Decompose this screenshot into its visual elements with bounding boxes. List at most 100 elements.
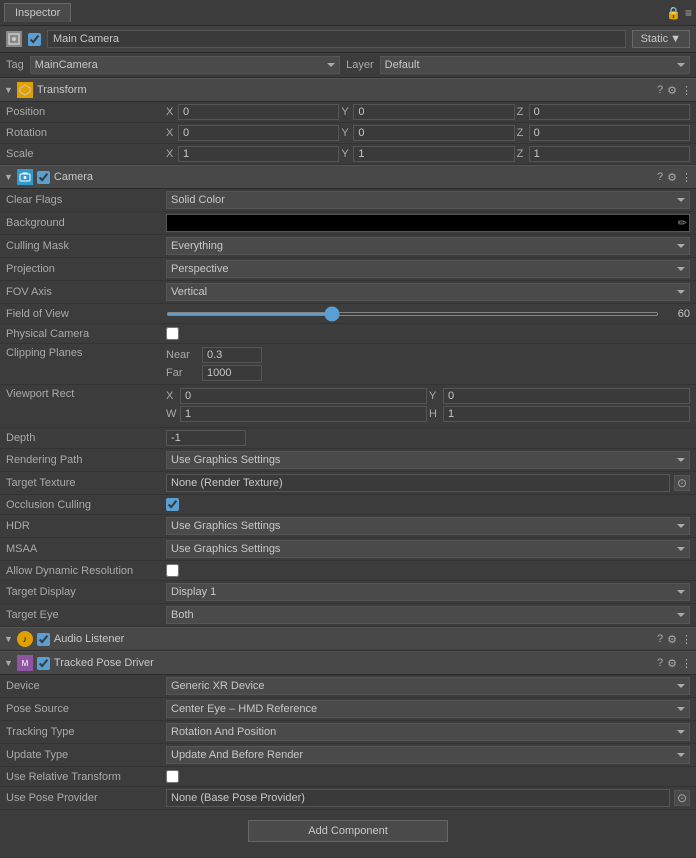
physical-camera-label: Physical Camera (6, 328, 166, 340)
update-type-label: Update Type (6, 749, 166, 761)
rendering-path-select[interactable]: Use Graphics Settings (166, 451, 690, 469)
hdr-select[interactable]: Use Graphics Settings (166, 517, 690, 535)
viewport-w-input[interactable] (180, 406, 427, 422)
inspector-tab-label: Inspector (15, 7, 60, 19)
rotation-y-item: Y (341, 125, 514, 141)
audio-settings-icon[interactable]: ⚙ (667, 633, 677, 646)
scale-x-input[interactable] (178, 146, 339, 162)
audio-help-icon[interactable]: ? (657, 633, 663, 645)
physical-camera-checkbox[interactable] (166, 327, 179, 340)
viewport-h-input[interactable] (443, 406, 690, 422)
scale-x-item: X (166, 146, 339, 162)
tracked-pose-section-header[interactable]: ▼ M Tracked Pose Driver ? ⚙ ⋮ (0, 651, 696, 675)
fov-number: 60 (665, 308, 690, 320)
depth-input[interactable] (166, 430, 246, 446)
transform-settings-icon[interactable]: ⚙ (667, 84, 677, 97)
title-bar-actions: 🔒 ≡ (666, 6, 692, 20)
layer-select[interactable]: Default (380, 56, 690, 74)
transform-more-icon[interactable]: ⋮ (681, 84, 692, 97)
audio-listener-checkbox[interactable] (37, 633, 50, 646)
occlusion-culling-checkbox[interactable] (166, 498, 179, 511)
camera-more-icon[interactable]: ⋮ (681, 171, 692, 184)
camera-active-checkbox[interactable] (37, 171, 50, 184)
allow-dynamic-res-checkbox[interactable] (166, 564, 179, 577)
audio-listener-section-header[interactable]: ▼ ♪ Audio Listener ? ⚙ ⋮ (0, 627, 696, 651)
target-texture-row: Target Texture ⊙ (0, 472, 696, 495)
allow-dynamic-res-value (166, 564, 690, 577)
camera-body: Clear Flags Solid Color Background ✏ Cul… (0, 189, 696, 627)
audio-more-icon[interactable]: ⋮ (681, 633, 692, 646)
viewport-y-input[interactable] (443, 388, 690, 404)
object-active-checkbox[interactable] (28, 33, 41, 46)
use-relative-transform-row: Use Relative Transform (0, 767, 696, 787)
use-pose-provider-input[interactable] (166, 789, 670, 807)
fov-slider[interactable] (166, 312, 659, 316)
tracked-settings-icon[interactable]: ⚙ (667, 657, 677, 670)
tracked-help-icon[interactable]: ? (657, 657, 663, 669)
tracking-type-row: Tracking Type Rotation And Position (0, 721, 696, 744)
rotation-z-label: Z (517, 127, 527, 139)
add-component-button[interactable]: Add Component (248, 820, 448, 842)
tag-layer-row: Tag MainCamera Layer Default (0, 53, 696, 78)
use-relative-transform-checkbox[interactable] (166, 770, 179, 783)
camera-settings-icon[interactable]: ⚙ (667, 171, 677, 184)
rotation-x-input[interactable] (178, 125, 339, 141)
occlusion-culling-value (166, 498, 690, 511)
audio-chevron: ▼ (4, 634, 13, 644)
tracked-more-icon[interactable]: ⋮ (681, 657, 692, 670)
tracked-pose-checkbox[interactable] (37, 657, 50, 670)
fov-axis-select[interactable]: Vertical (166, 283, 690, 301)
tracking-type-select[interactable]: Rotation And Position (166, 723, 690, 741)
transform-help-icon[interactable]: ? (657, 84, 663, 96)
transform-section-header[interactable]: ▼ Transform ? ⚙ ⋮ (0, 78, 696, 102)
position-x-input[interactable] (178, 104, 339, 120)
color-edit-icon[interactable]: ✏ (678, 217, 687, 230)
target-display-select[interactable]: Display 1 (166, 583, 690, 601)
clipping-far-item: Far (166, 365, 690, 381)
projection-select[interactable]: Perspective (166, 260, 690, 278)
scale-y-input[interactable] (353, 146, 514, 162)
menu-icon[interactable]: ≡ (685, 6, 692, 20)
clear-flags-select[interactable]: Solid Color (166, 191, 690, 209)
target-texture-input[interactable] (166, 474, 670, 492)
rotation-z-input[interactable] (529, 125, 690, 141)
far-input[interactable] (202, 365, 262, 381)
fov-axis-value: Vertical (166, 283, 690, 301)
target-eye-select[interactable]: Both (166, 606, 690, 624)
lock-icon[interactable]: 🔒 (666, 6, 681, 20)
msaa-select[interactable]: Use Graphics Settings (166, 540, 690, 558)
position-y-input[interactable] (353, 104, 514, 120)
position-z-input[interactable] (529, 104, 690, 120)
rotation-x-item: X (166, 125, 339, 141)
viewport-x-input[interactable] (180, 388, 427, 404)
viewport-grid: X Y W H (166, 388, 690, 424)
clear-flags-row: Clear Flags Solid Color (0, 189, 696, 212)
camera-help-icon[interactable]: ? (657, 171, 663, 183)
physical-camera-value (166, 327, 690, 340)
update-type-select[interactable]: Update And Before Render (166, 746, 690, 764)
scale-z-input[interactable] (529, 146, 690, 162)
tag-select[interactable]: MainCamera (30, 56, 340, 74)
object-name-input[interactable] (47, 30, 626, 48)
position-y-item: Y (341, 104, 514, 120)
fov-row: Field of View 60 (0, 304, 696, 324)
projection-value: Perspective (166, 260, 690, 278)
device-label: Device (6, 680, 166, 692)
static-button[interactable]: Static ▼ (632, 30, 690, 48)
tracked-pose-body: Device Generic XR Device Pose Source Cen… (0, 675, 696, 810)
camera-section-header[interactable]: ▼ Camera ? ⚙ ⋮ (0, 165, 696, 189)
near-input[interactable] (202, 347, 262, 363)
background-color-field[interactable]: ✏ (166, 214, 690, 232)
pose-provider-picker-icon[interactable]: ⊙ (674, 790, 690, 806)
target-texture-picker-icon[interactable]: ⊙ (674, 475, 690, 491)
rotation-y-input[interactable] (353, 125, 514, 141)
culling-mask-select[interactable]: Everything (166, 237, 690, 255)
add-component-container: Add Component (0, 810, 696, 852)
target-display-value: Display 1 (166, 583, 690, 601)
audio-listener-header-actions: ? ⚙ ⋮ (657, 633, 692, 646)
scale-row: Scale X Y Z (0, 144, 696, 165)
pose-source-select[interactable]: Center Eye – HMD Reference (166, 700, 690, 718)
device-select[interactable]: Generic XR Device (166, 677, 690, 695)
inspector-tab[interactable]: Inspector (4, 3, 71, 22)
tracking-type-value: Rotation And Position (166, 723, 690, 741)
